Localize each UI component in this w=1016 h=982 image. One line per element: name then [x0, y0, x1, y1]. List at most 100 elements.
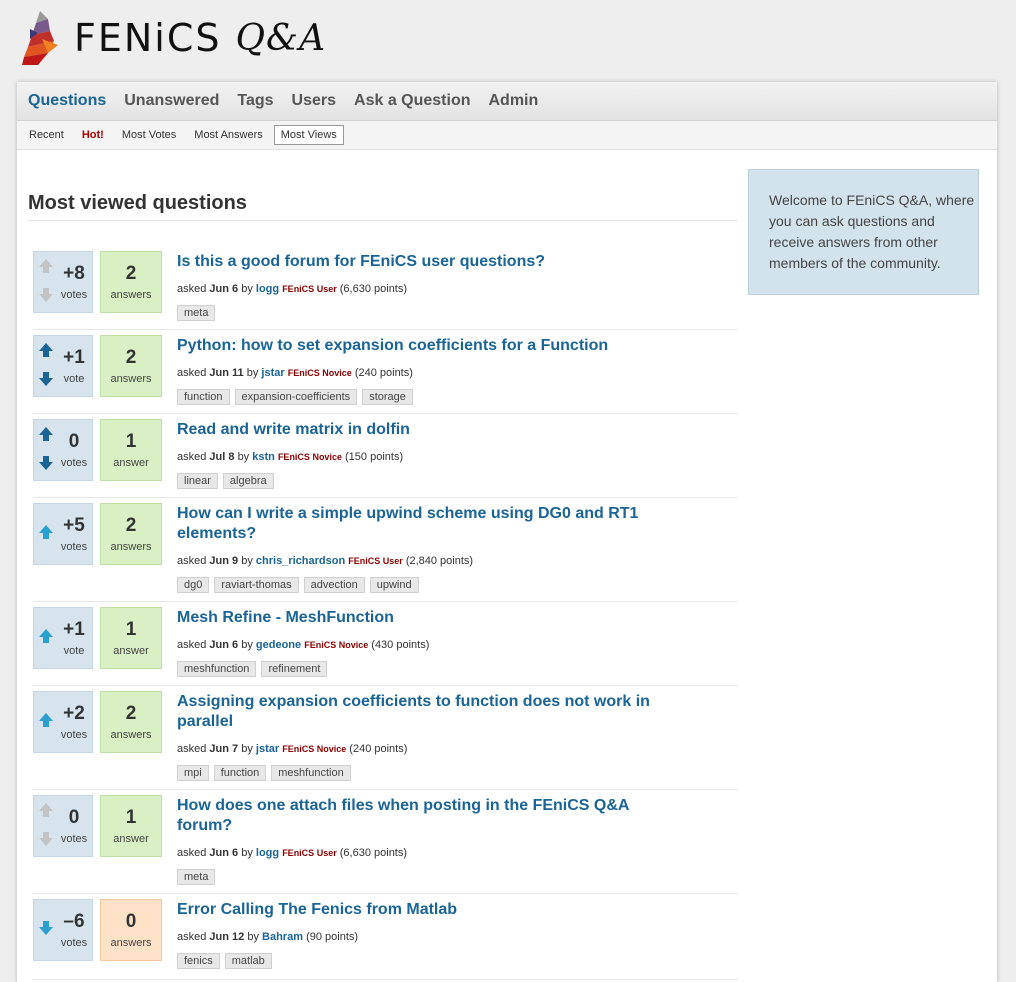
subnav-most-views[interactable]: Most Views	[273, 125, 344, 145]
asked-date: Jun 9	[209, 555, 239, 567]
voted-up-icon[interactable]	[38, 524, 54, 540]
tag-list: meta	[177, 869, 738, 885]
tag-link[interactable]: expansion-coefficients	[234, 389, 358, 405]
question-title-link[interactable]: Mesh Refine - MeshFunction	[177, 608, 657, 628]
user-level: FEniCS User	[282, 848, 337, 858]
nav-tags[interactable]: Tags	[237, 92, 273, 110]
question-title-link[interactable]: How can I write a simple upwind scheme u…	[177, 504, 657, 544]
vote-box: –6 votes	[33, 899, 93, 961]
user-link[interactable]: jstar	[256, 743, 279, 755]
vote-down-icon[interactable]	[38, 371, 54, 387]
tag-list: fenics matlab	[177, 953, 738, 969]
asked-text: asked	[177, 847, 207, 859]
question-body: Is this a good forum for FEniCS user que…	[177, 246, 738, 321]
tag-link[interactable]: storage	[362, 389, 413, 405]
vote-count: +5	[63, 515, 85, 536]
answer-count-box: 1 answer	[100, 607, 162, 669]
tag-link[interactable]: meshfunction	[177, 661, 257, 677]
user-level: FEniCS User	[348, 556, 403, 566]
asked-date: Jun 6	[209, 639, 239, 651]
vote-box: 0 votes	[33, 419, 93, 481]
tag-link[interactable]: meta	[177, 305, 216, 321]
user-link[interactable]: Bahram	[262, 931, 303, 943]
voted-up-icon[interactable]	[38, 628, 54, 644]
asked-date: Jun 6	[209, 283, 239, 295]
answer-count: 2	[125, 515, 137, 536]
vote-down-icon[interactable]	[38, 287, 54, 303]
vote-up-icon[interactable]	[38, 342, 54, 358]
logo-text: FENiCS	[74, 16, 222, 60]
vote-down-icon[interactable]	[38, 455, 54, 471]
user-points: (6,630 points)	[339, 847, 408, 859]
tag-link[interactable]: refinement	[261, 661, 328, 677]
tag-link[interactable]: raviart-thomas	[214, 577, 299, 593]
question-item: +5 votes 2 answers How can I write a simple …	[32, 498, 738, 602]
answer-count-box: 0 answers	[100, 899, 162, 961]
user-link[interactable]: chris_richardson	[256, 555, 345, 567]
vote-count: +1	[63, 619, 85, 640]
asked-text: asked	[177, 451, 207, 463]
subnav-hot[interactable]: Hot!	[75, 125, 111, 145]
user-link[interactable]: gedeone	[256, 639, 301, 651]
subnav-recent[interactable]: Recent	[22, 125, 71, 145]
question-title-link[interactable]: Read and write matrix in dolfin	[177, 420, 657, 440]
answer-count: 1	[125, 807, 137, 828]
nav-users[interactable]: Users	[292, 92, 336, 110]
answer-label: answer	[113, 833, 149, 845]
vote-up-icon[interactable]	[38, 802, 54, 818]
vote-count: +1	[63, 347, 85, 368]
nav-ask-question[interactable]: Ask a Question	[354, 92, 470, 110]
user-level: FEniCS Novice	[287, 368, 352, 378]
tag-link[interactable]: matlab	[224, 953, 272, 969]
voted-up-icon[interactable]	[38, 712, 54, 728]
vote-count: –6	[63, 911, 85, 932]
question-meta: asked Jun 12 by Bahram (90 points)	[177, 931, 738, 943]
vote-down-icon[interactable]	[38, 831, 54, 847]
subnav-most-votes[interactable]: Most Votes	[115, 125, 183, 145]
answer-label: answer	[113, 645, 149, 657]
answer-count-box: 2 answers	[100, 691, 162, 753]
tag-list: meshfunction refinement	[177, 661, 738, 677]
vote-up-icon[interactable]	[38, 426, 54, 442]
question-item: +2 votes 2 answers Assigning expansion coeff…	[32, 686, 738, 790]
voted-down-icon[interactable]	[38, 920, 54, 936]
tag-link[interactable]: mpi	[177, 765, 209, 781]
tag-link[interactable]: linear	[177, 473, 218, 489]
tag-link[interactable]: meshfunction	[271, 765, 351, 781]
vote-up-icon[interactable]	[38, 258, 54, 274]
tag-link[interactable]: function	[213, 765, 267, 781]
tag-link[interactable]: function	[177, 389, 230, 405]
user-points: (90 points)	[306, 931, 359, 943]
nav-questions[interactable]: Questions	[28, 92, 106, 110]
question-title-link[interactable]: Assigning expansion coefficients to func…	[177, 692, 657, 732]
asked-text: asked	[177, 931, 207, 943]
tag-link[interactable]: fenics	[177, 953, 220, 969]
tag-link[interactable]: dg0	[177, 577, 210, 593]
tag-link[interactable]: advection	[303, 577, 365, 593]
subnav-most-answers[interactable]: Most Answers	[187, 125, 269, 145]
nav-unanswered[interactable]: Unanswered	[124, 92, 219, 110]
user-link[interactable]: kstn	[252, 451, 275, 463]
question-title-link[interactable]: Python: how to set expansion coefficient…	[177, 336, 657, 356]
tag-link[interactable]: meta	[177, 869, 216, 885]
question-title-link[interactable]: Error Calling The Fenics from Matlab	[177, 900, 657, 920]
vote-label: votes	[60, 937, 88, 949]
question-meta: asked Jun 7 by jstar FEniCS Novice (240 …	[177, 743, 738, 755]
answer-count-box: 2 answers	[100, 503, 162, 565]
user-link[interactable]: logg	[256, 847, 279, 859]
tag-list: linear algebra	[177, 473, 738, 489]
asked-text: asked	[177, 639, 207, 651]
tag-link[interactable]: upwind	[369, 577, 419, 593]
question-title-link[interactable]: Is this a good forum for FEniCS user que…	[177, 252, 657, 272]
tag-link[interactable]: algebra	[222, 473, 274, 489]
nav-admin[interactable]: Admin	[489, 92, 539, 110]
vote-label: votes	[60, 541, 88, 553]
asked-date: Jun 11	[209, 367, 244, 379]
question-title-link[interactable]: How does one attach files when posting i…	[177, 796, 657, 836]
site-logo[interactable]: FENiCS Q&A	[18, 8, 326, 68]
answer-label: answers	[110, 289, 152, 301]
welcome-sidebar: Welcome to FEniCS Q&A, where you can ask…	[748, 169, 979, 295]
user-link[interactable]: logg	[256, 283, 279, 295]
question-meta: asked Jun 6 by gedeone FEniCS Novice (43…	[177, 639, 738, 651]
user-link[interactable]: jstar	[261, 367, 284, 379]
